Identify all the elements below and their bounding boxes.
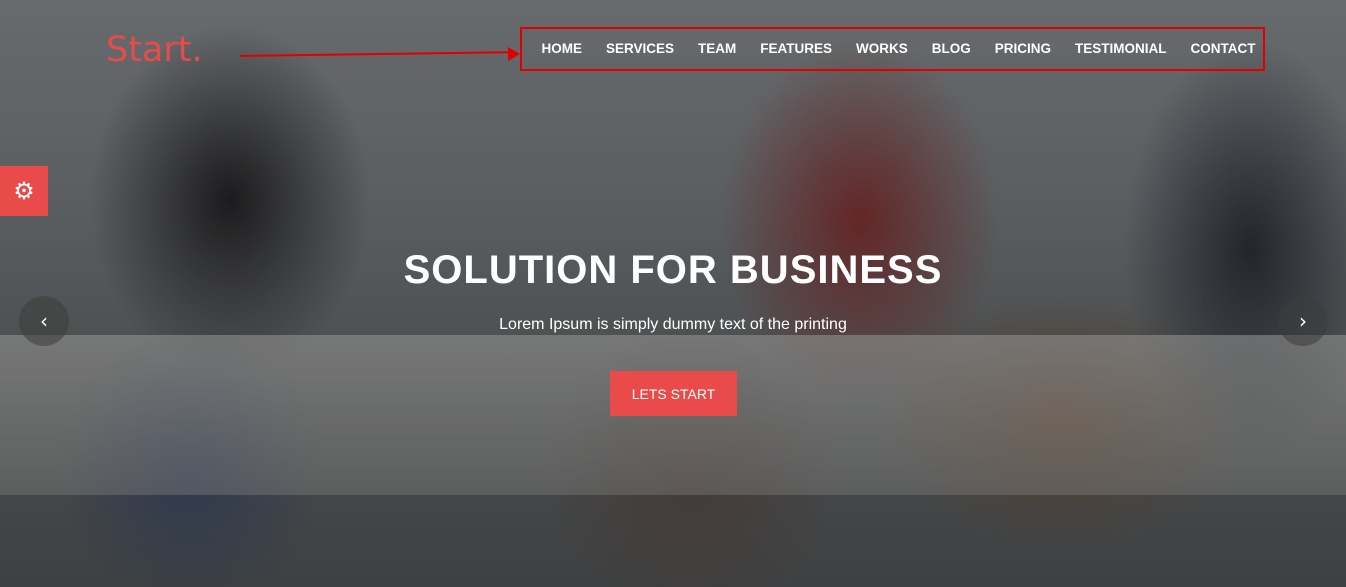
hero-overlay bbox=[0, 0, 1346, 587]
hero-title: SOLUTION FOR BUSINESS bbox=[403, 248, 943, 292]
chevron-left-icon: ‹ bbox=[40, 309, 48, 333]
nav-item-features[interactable]: FEATURES bbox=[760, 41, 832, 56]
gear-icon: ⚙ bbox=[13, 177, 35, 205]
annotation-arrow-head bbox=[508, 47, 520, 61]
settings-button[interactable]: ⚙ bbox=[0, 166, 48, 216]
lets-start-button[interactable]: LETS START bbox=[610, 371, 737, 416]
nav-item-team[interactable]: TEAM bbox=[698, 41, 736, 56]
nav-item-services[interactable]: SERVICES bbox=[606, 41, 674, 56]
nav-item-contact[interactable]: CONTACT bbox=[1191, 41, 1256, 56]
hero-background bbox=[0, 0, 1346, 587]
slider-next-button[interactable]: › bbox=[1278, 296, 1328, 346]
nav-item-blog[interactable]: BLOG bbox=[932, 41, 971, 56]
hero-subtitle: Lorem Ipsum is simply dummy text of the … bbox=[499, 316, 847, 333]
chevron-right-icon: › bbox=[1299, 309, 1307, 333]
nav-item-works[interactable]: WORKS bbox=[856, 41, 908, 56]
site-logo[interactable]: Start. bbox=[106, 30, 203, 70]
main-nav: HOME SERVICES TEAM FEATURES WORKS BLOG P… bbox=[522, 29, 1263, 69]
slider-prev-button[interactable]: ‹ bbox=[19, 296, 69, 346]
nav-item-testimonial[interactable]: TESTIMONIAL bbox=[1075, 41, 1167, 56]
annotation-nav-highlight: HOME SERVICES TEAM FEATURES WORKS BLOG P… bbox=[520, 27, 1265, 71]
nav-item-home[interactable]: HOME bbox=[541, 41, 582, 56]
nav-item-pricing[interactable]: PRICING bbox=[995, 41, 1051, 56]
